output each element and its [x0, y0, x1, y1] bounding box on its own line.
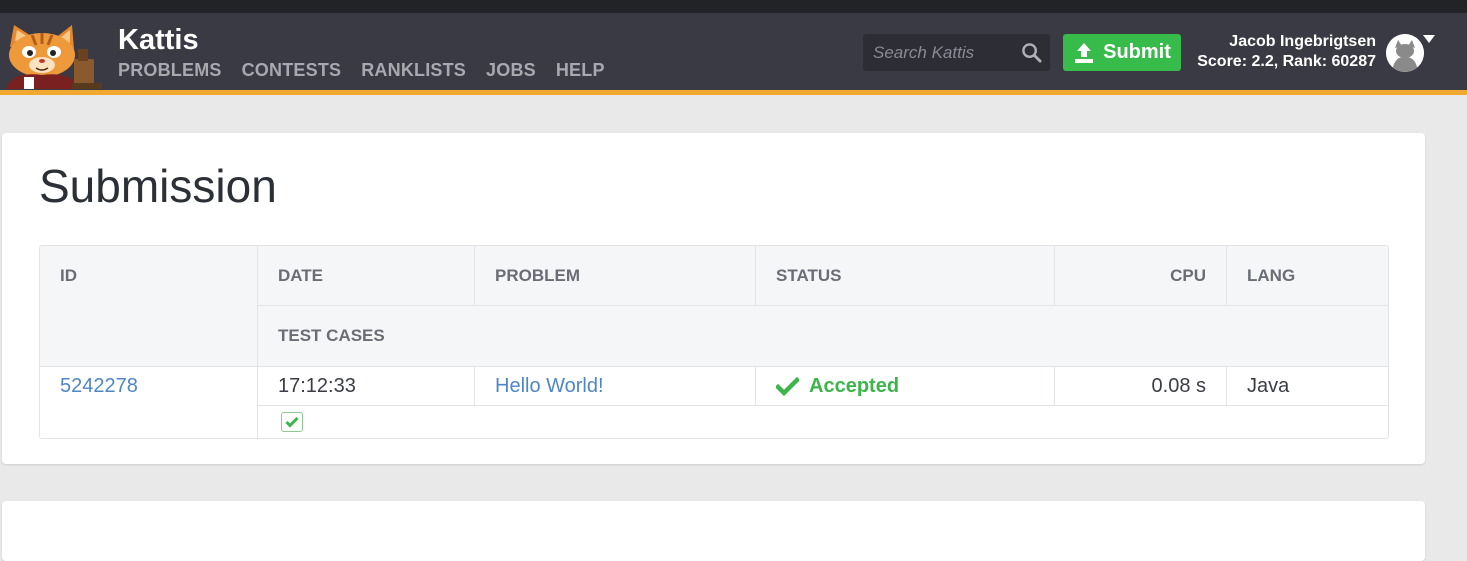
col-header-status: STATUS: [776, 246, 842, 306]
navbar: Kattis PROBLEMS CONTESTS RANKLISTS JOBS …: [0, 13, 1467, 95]
status-badge: Accepted: [776, 367, 899, 406]
search-input[interactable]: [863, 34, 1023, 71]
nav-problems[interactable]: PROBLEMS: [118, 60, 222, 81]
nav-help[interactable]: HELP: [556, 60, 605, 81]
nav-jobs[interactable]: JOBS: [486, 60, 536, 81]
submission-id-link[interactable]: 5242278: [60, 375, 138, 398]
user-info[interactable]: Jacob Ingebrigtsen Score: 2.2, Rank: 602…: [1197, 32, 1376, 72]
status-text: Accepted: [809, 375, 900, 397]
submission-date: 17:12:33: [278, 375, 356, 397]
grid-line: [1054, 246, 1055, 306]
user-stats: Score: 2.2, Rank: 60287: [1197, 53, 1376, 70]
brand-name[interactable]: Kattis: [118, 24, 199, 57]
avatar-silhouette-icon: [1386, 34, 1424, 72]
user-name: Jacob Ingebrigtsen: [1229, 33, 1376, 50]
cpu-time: 0.08 s: [1151, 375, 1206, 397]
grid-line: [1226, 366, 1227, 406]
page-title: Submission: [39, 160, 277, 212]
col-header-lang: LANG: [1247, 246, 1296, 306]
language: Java: [1247, 375, 1290, 397]
nav-ranklists[interactable]: RANKLISTS: [361, 60, 466, 81]
grid-line: [257, 246, 258, 438]
grid-line: [258, 305, 1388, 306]
upload-icon: [1075, 42, 1094, 63]
grid-line: [755, 366, 756, 406]
col-header-date: DATE: [278, 246, 324, 306]
col-header-test-cases: TEST CASES: [278, 306, 385, 366]
browser-top-strip: [0, 0, 1467, 13]
search-box: [863, 34, 1050, 71]
submission-table: ID DATE PROBLEM STATUS CPU LANG TEST CAS…: [39, 245, 1389, 439]
submit-label: Submit: [1103, 41, 1171, 63]
submission-card: Submission ID DATE PROBLEM STATUS CPU LA…: [2, 133, 1425, 464]
secondary-card: [2, 501, 1425, 561]
avatar[interactable]: [1386, 34, 1424, 72]
check-icon: [285, 416, 299, 428]
submit-button[interactable]: Submit: [1063, 34, 1181, 71]
kattis-cat-logo[interactable]: [2, 25, 106, 89]
grid-line: [474, 366, 475, 406]
grid-line: [1226, 246, 1227, 306]
problem-link[interactable]: Hello World!: [495, 375, 604, 398]
main-nav: PROBLEMS CONTESTS RANKLISTS JOBS HELP: [118, 60, 625, 81]
test-case-1[interactable]: [281, 412, 303, 432]
grid-line: [474, 246, 475, 306]
col-header-id: ID: [60, 246, 77, 306]
nav-contests[interactable]: CONTESTS: [242, 60, 342, 81]
check-icon: [776, 376, 799, 396]
grid-line: [755, 246, 756, 306]
col-header-problem: PROBLEM: [495, 246, 580, 306]
chevron-down-icon[interactable]: [1423, 35, 1435, 43]
table-row: 5242278: [60, 367, 138, 406]
col-header-cpu: CPU: [1055, 246, 1206, 306]
search-icon[interactable]: [1021, 42, 1042, 63]
